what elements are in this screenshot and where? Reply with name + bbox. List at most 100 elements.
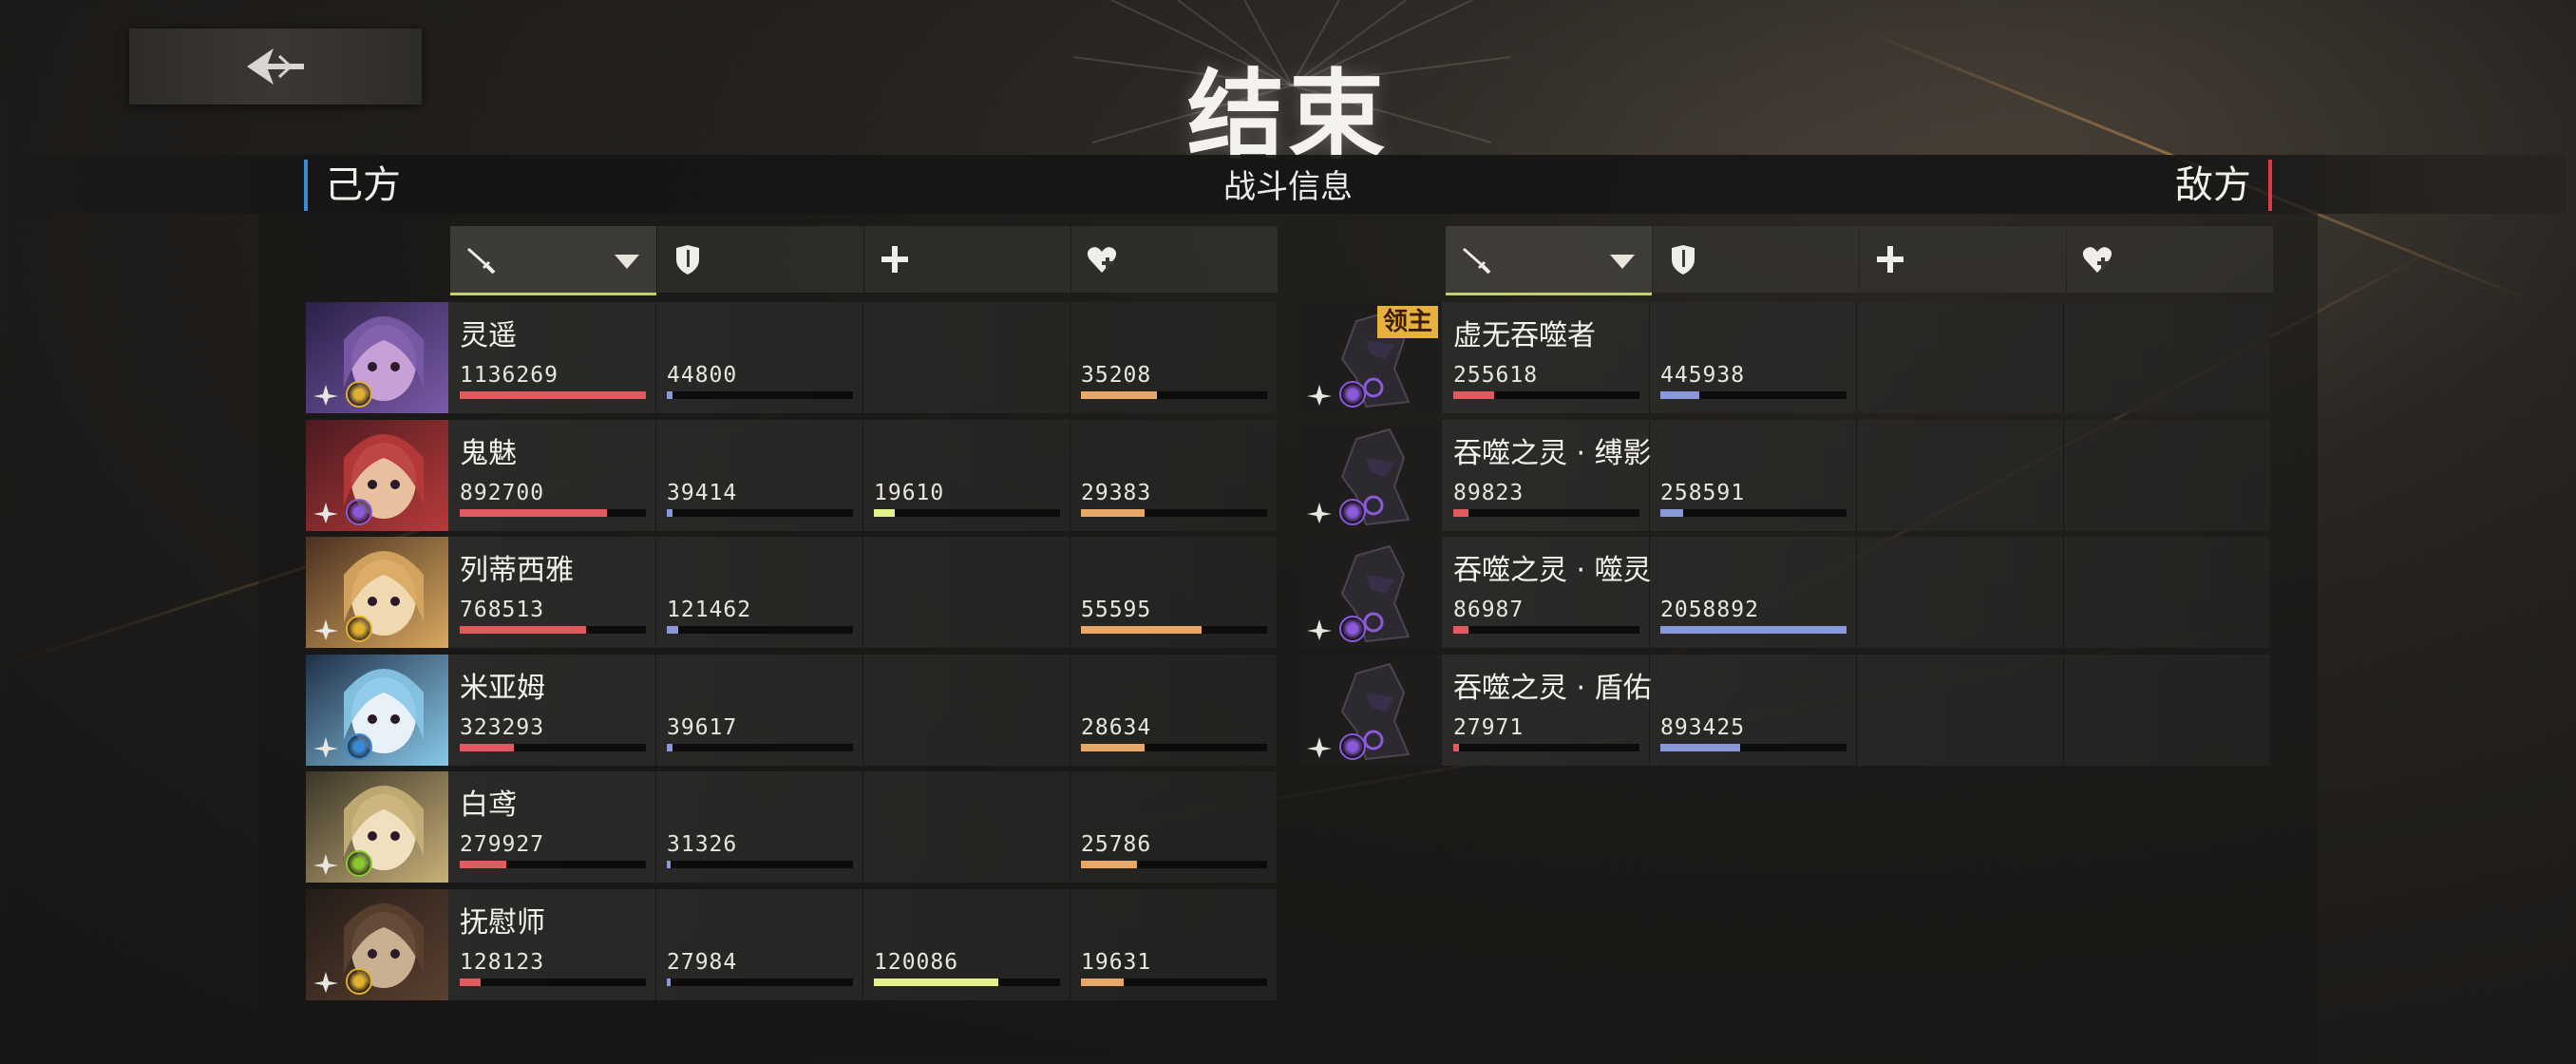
stat-bar-track (874, 508, 1060, 517)
stat-cell-damage: 323293 (448, 655, 654, 766)
stat-cell-heal (862, 771, 1069, 883)
column-divider (862, 537, 863, 648)
stat-cell-damage: 86987 (1442, 537, 1648, 648)
stat-bar-fill-taken (667, 626, 678, 634)
character-portrait[interactable] (306, 654, 448, 766)
stat-bar-track (667, 626, 853, 634)
stat-value-damage: 27971 (1453, 714, 1525, 740)
stat-bar-track (874, 978, 1060, 986)
stat-cell-damage: 279927 (448, 771, 654, 883)
enemy-portrait[interactable] (1299, 419, 1442, 531)
column-divider (1649, 654, 1650, 766)
stat-value-heal: 19610 (874, 480, 945, 505)
back-button[interactable] (129, 28, 422, 104)
stat-bar-track (1453, 391, 1639, 399)
stat-cell-taken: 27984 (655, 888, 862, 1000)
stat-cell-taken: 445938 (1649, 302, 1855, 413)
stat-bar-track (667, 508, 853, 517)
column-divider (1856, 419, 1857, 531)
enemy-row[interactable]: 吞噬之灵 · 缚影 89823 258591 (1299, 419, 2270, 531)
sort-dropdown-icon[interactable] (615, 255, 639, 269)
shield-icon (1666, 242, 1700, 276)
stat-value-taken: 445938 (1660, 363, 1746, 388)
stat-value-damage: 892700 (460, 480, 545, 505)
stat-bar-fill-heal (874, 508, 895, 517)
stat-bar-fill-received (1081, 391, 1157, 399)
stat-cell-damage: 892700 (448, 420, 654, 531)
stat-bar-fill-received (1081, 978, 1124, 986)
element-icon (1339, 616, 1366, 642)
stat-value-received: 29383 (1081, 480, 1152, 505)
stat-bar-track (460, 626, 646, 634)
enemy-row[interactable]: 领主 虚无吞噬者 255618 445938 (1299, 302, 2270, 413)
stat-bar-track (1453, 743, 1639, 751)
stat-value-damage: 86987 (1453, 598, 1525, 622)
character-portrait[interactable] (306, 419, 448, 531)
stat-bar-fill-received (1081, 626, 1202, 634)
column-divider (862, 654, 863, 766)
element-icon (1339, 381, 1366, 408)
character-portrait[interactable] (306, 537, 448, 648)
enemy-column-header-damage[interactable] (1446, 226, 1652, 295)
element-icon (346, 616, 372, 642)
ally-row[interactable]: 抚慰师 128123 27984 120086 19631 (306, 888, 1277, 1000)
character-portrait[interactable] (306, 302, 448, 413)
stat-value-taken: 121462 (667, 598, 752, 622)
stat-bar-track (460, 861, 646, 868)
stat-cell-heal (862, 537, 1069, 648)
stat-value-damage: 89823 (1453, 480, 1525, 505)
enemy-row[interactable]: 吞噬之灵 · 噬灵 86987 2058892 (1299, 537, 2270, 648)
column-divider (862, 771, 863, 883)
stat-value-taken: 39414 (667, 480, 738, 505)
ally-row[interactable]: 白鸢 279927 31326 25786 (306, 771, 1277, 883)
enemy-column-header-healing[interactable] (1860, 226, 2066, 293)
ally-column-header-healing[interactable] (864, 226, 1070, 293)
ally-column-header-damage-taken[interactable] (657, 226, 863, 293)
stat-value-taken: 258591 (1660, 480, 1746, 505)
stat-bar-fill-damage (1453, 743, 1459, 751)
stat-bar-fill-heal (874, 978, 998, 986)
stat-bar-fill-damage (1453, 508, 1468, 517)
stat-cell-received: 55595 (1070, 537, 1276, 648)
enemy-portrait[interactable]: 领主 (1299, 302, 1442, 413)
stat-bar-fill-taken (1660, 391, 1699, 399)
stat-bar-fill-received (1081, 743, 1145, 751)
stat-cell-received: 19631 (1070, 888, 1276, 1000)
stat-cell-received: 35208 (1070, 302, 1276, 413)
enemy-column-header-damage-taken[interactable] (1653, 226, 1859, 293)
column-divider (1856, 537, 1857, 648)
ally-column-header-healing-received[interactable] (1071, 226, 1278, 293)
ally-row[interactable]: 灵遥 1136269 44800 35208 (306, 302, 1277, 413)
boss-badge: 领主 (1376, 306, 1438, 338)
character-portrait[interactable] (306, 888, 448, 1000)
ally-row[interactable]: 米亚姆 323293 39617 28634 (306, 654, 1277, 766)
stat-cell-taken: 121462 (655, 537, 862, 648)
stat-cell-heal: 19610 (862, 419, 1069, 531)
stat-bar-fill-taken (667, 391, 672, 399)
stat-bar-fill-damage (1453, 626, 1468, 634)
stat-value-received: 55595 (1081, 598, 1152, 622)
stat-cell-taken: 31326 (655, 771, 862, 883)
enemy-row[interactable]: 吞噬之灵 · 盾佑 27971 893425 (1299, 654, 2270, 766)
character-portrait[interactable] (306, 771, 448, 883)
stat-value-damage: 768513 (460, 598, 545, 622)
stat-bar-track (667, 978, 853, 986)
enemy-portrait[interactable] (1299, 654, 1442, 766)
stat-cell-received: 29383 (1070, 419, 1276, 531)
element-icon (346, 850, 372, 877)
ally-column-header-damage[interactable] (450, 226, 656, 295)
enemy-column-header-healing-received[interactable] (2067, 226, 2273, 293)
stat-bar-track (1081, 508, 1267, 517)
stat-bar-track (1081, 978, 1267, 986)
column-divider (1856, 654, 1857, 766)
sort-dropdown-icon[interactable] (1610, 255, 1635, 269)
stat-bar-track (1081, 391, 1267, 399)
ally-row[interactable]: 鬼魅 892700 39414 19610 29383 (306, 419, 1277, 531)
element-icon (346, 732, 372, 760)
heart-plus-icon (1085, 242, 1119, 276)
enemy-portrait[interactable] (1299, 537, 1442, 648)
stat-cell-taken: 258591 (1649, 419, 1855, 531)
stat-bar-fill-taken (667, 978, 671, 986)
ally-row[interactable]: 列蒂西雅 768513 121462 55595 (306, 537, 1277, 648)
stat-cell-taken: 893425 (1649, 654, 1855, 766)
